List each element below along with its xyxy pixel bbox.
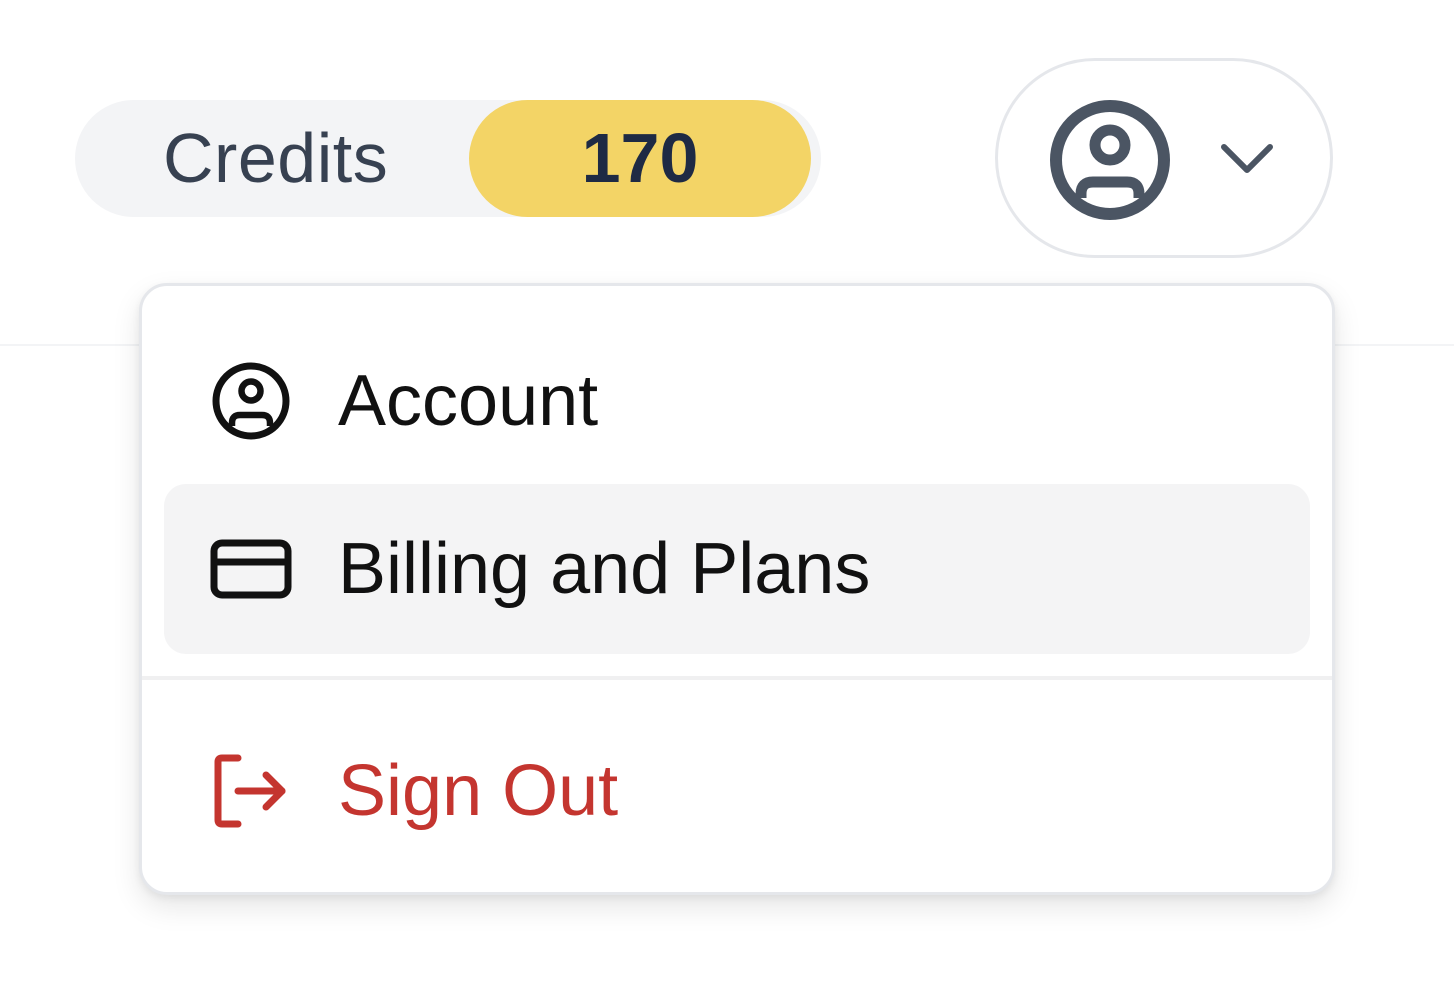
credits-count-badge: 170: [469, 100, 811, 217]
menu-item-label: Billing and Plans: [338, 529, 871, 609]
sign-out-icon: [214, 754, 286, 828]
user-dropdown-menu: Account Billing and Plans Sign Out: [139, 283, 1335, 895]
credits-indicator: Credits 170: [75, 100, 821, 217]
user-circle-icon: [1050, 100, 1170, 220]
user-circle-icon: [212, 362, 290, 440]
credits-label: Credits: [163, 119, 389, 197]
menu-item-label: Sign Out: [338, 751, 619, 831]
user-menu-button[interactable]: [995, 58, 1333, 258]
menu-item-account[interactable]: Account: [164, 316, 1310, 486]
chevron-down-icon: [1221, 144, 1273, 173]
credit-card-icon: [210, 539, 292, 599]
menu-item-billing-and-plans[interactable]: Billing and Plans: [164, 484, 1310, 654]
menu-item-sign-out[interactable]: Sign Out: [164, 706, 1310, 876]
menu-item-label: Account: [338, 361, 599, 441]
menu-separator: [142, 676, 1332, 680]
